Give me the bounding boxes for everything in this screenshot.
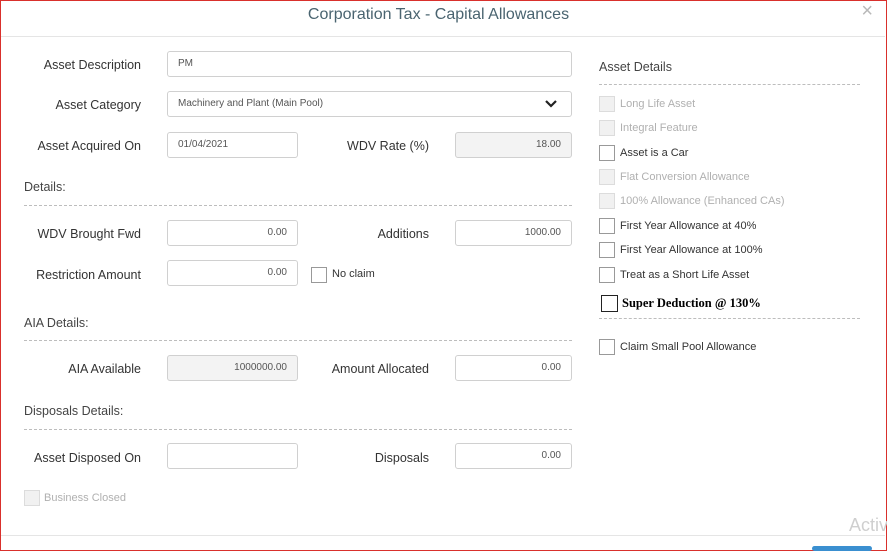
divider [24, 340, 572, 341]
restriction-amount-label: Restriction Amount [36, 268, 141, 282]
short-life-asset-checkbox[interactable] [599, 267, 615, 283]
disposals-label: Disposals [374, 451, 429, 465]
asset-description-input[interactable]: PM [167, 51, 572, 77]
super-deduction-checkbox[interactable] [601, 295, 618, 312]
integral-feature-checkbox [599, 120, 615, 136]
disposals-input[interactable]: 0.00 [455, 443, 572, 469]
small-pool-label: Claim Small Pool Allowance [620, 341, 757, 353]
wdv-brought-fwd-input[interactable]: 0.00 [167, 220, 298, 246]
asset-description-label: Asset Description [43, 58, 141, 72]
dialog-footer-divider [1, 535, 885, 536]
asset-acquired-on-label: Asset Acquired On [37, 139, 141, 153]
close-icon[interactable]: × [861, 0, 873, 23]
amount-allocated-label: Amount Allocated [331, 362, 429, 376]
aia-available-input: 1000000.00 [167, 355, 298, 381]
enhanced-cas-checkbox [599, 193, 615, 209]
business-closed-checkbox [24, 490, 40, 506]
wdv-brought-fwd-label: WDV Brought Fwd [37, 227, 141, 241]
asset-acquired-on-input[interactable]: 01/04/2021 [167, 132, 298, 158]
chevron-down-icon [545, 100, 557, 108]
asset-disposed-on-input[interactable] [167, 443, 298, 469]
asset-details-heading: Asset Details [599, 60, 672, 74]
additions-label: Additions [377, 227, 429, 241]
aia-available-label: AIA Available [68, 362, 141, 376]
details-heading: Details: [24, 180, 66, 194]
small-pool-checkbox[interactable] [599, 339, 615, 355]
activation-watermark: Activ [849, 515, 887, 535]
business-closed-label: Business Closed [44, 492, 126, 504]
footer-button-edge[interactable] [812, 546, 872, 551]
enhanced-cas-label: 100% Allowance (Enhanced CAs) [620, 195, 785, 207]
restriction-amount-input[interactable]: 0.00 [167, 260, 298, 286]
fya-40-label: First Year Allowance at 40% [620, 220, 757, 232]
divider [599, 318, 860, 319]
long-life-asset-checkbox [599, 96, 615, 112]
wdv-rate-input: 18.00 [455, 132, 572, 158]
fya-100-checkbox[interactable] [599, 242, 615, 258]
super-deduction-label: Super Deduction @ 130% [622, 296, 761, 310]
dialog-header: Corporation Tax - Capital Allowances × [1, 0, 885, 37]
amount-allocated-input[interactable]: 0.00 [455, 355, 572, 381]
asset-category-value: Machinery and Plant (Main Pool) [178, 98, 324, 109]
long-life-asset-label: Long Life Asset [620, 98, 696, 110]
no-claim-label: No claim [332, 268, 375, 280]
asset-category-label: Asset Category [55, 98, 141, 112]
divider [24, 205, 572, 206]
asset-is-car-checkbox[interactable] [599, 145, 615, 161]
additions-input[interactable]: 1000.00 [455, 220, 572, 246]
divider [599, 84, 860, 85]
disposals-details-heading: Disposals Details: [24, 404, 124, 418]
asset-disposed-on-label: Asset Disposed On [34, 451, 141, 465]
fya-100-label: First Year Allowance at 100% [620, 244, 763, 256]
flat-conversion-checkbox [599, 169, 615, 185]
asset-category-select[interactable]: Machinery and Plant (Main Pool) [167, 91, 572, 117]
divider [24, 429, 572, 430]
no-claim-checkbox[interactable] [311, 267, 327, 283]
dialog-title: Corporation Tax - Capital Allowances [307, 6, 570, 23]
short-life-asset-label: Treat as a Short Life Asset [620, 269, 750, 281]
fya-40-checkbox[interactable] [599, 218, 615, 234]
aia-details-heading: AIA Details: [24, 316, 89, 330]
integral-feature-label: Integral Feature [620, 122, 698, 134]
flat-conversion-label: Flat Conversion Allowance [620, 171, 750, 183]
wdv-rate-label: WDV Rate (%) [347, 139, 429, 153]
asset-is-car-label: Asset is a Car [620, 147, 689, 159]
